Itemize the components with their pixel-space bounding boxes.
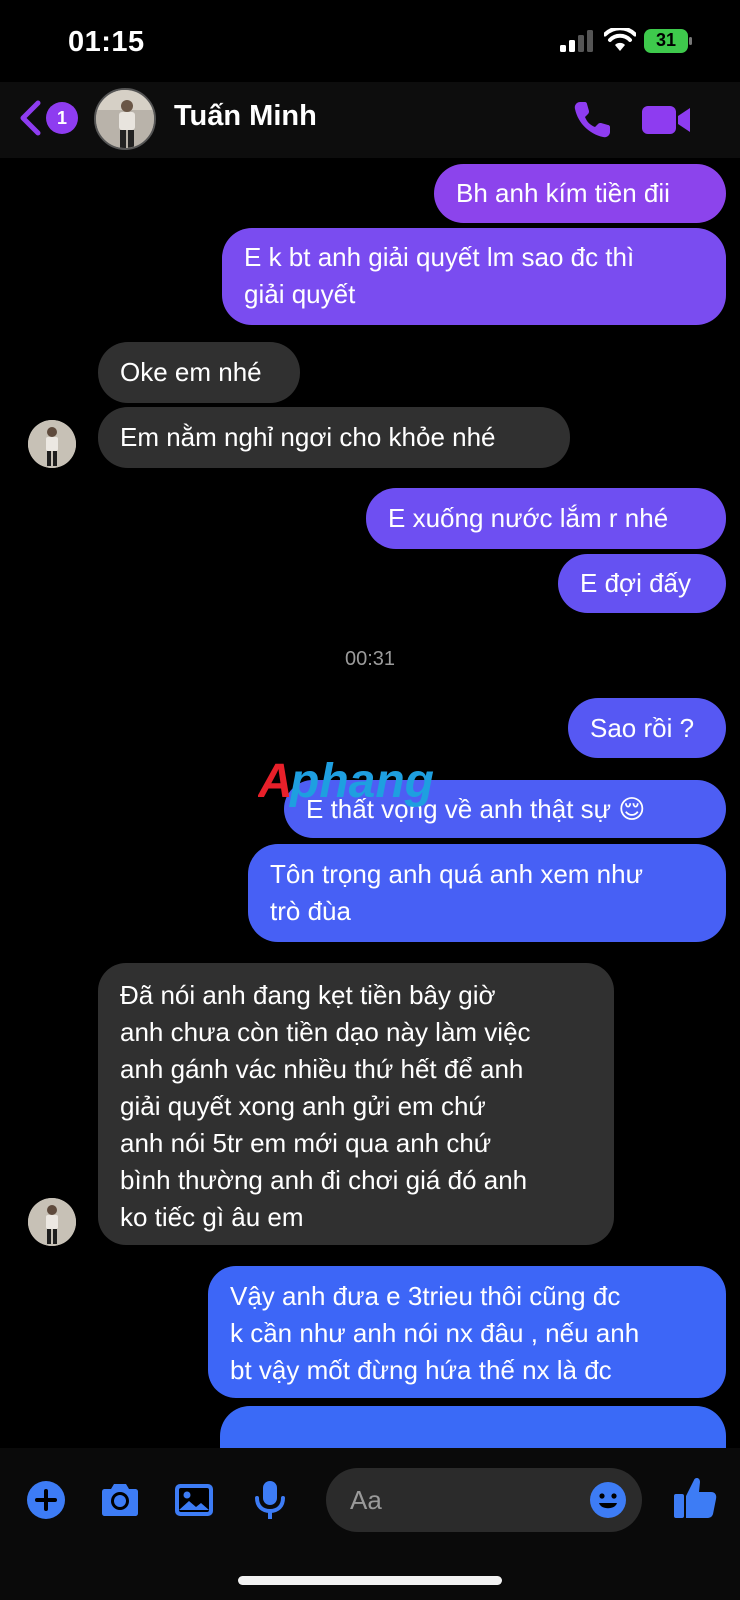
video-camera-icon[interactable]	[640, 98, 692, 142]
emoji-icon[interactable]	[588, 1480, 628, 1520]
message-outgoing[interactable]: E k bt anh giải quyết lm sao đc thì giải…	[222, 228, 726, 325]
status-time: 01:15	[68, 26, 145, 58]
person-photo-icon	[28, 420, 76, 468]
battery-percent: 31	[655, 30, 677, 50]
message-incoming[interactable]: Đã nói anh đang kẹt tiền bây giờ anh chư…	[98, 963, 614, 1245]
home-indicator	[238, 1576, 502, 1585]
phone-icon[interactable]	[570, 98, 614, 142]
unread-badge: 1	[46, 102, 78, 134]
wifi-icon	[604, 28, 636, 51]
message-outgoing[interactable]: Sao rồi ?	[568, 698, 726, 758]
message-incoming[interactable]: Em nằm nghỉ ngơi cho khỏe nhé	[98, 407, 570, 468]
message-input-wrapper[interactable]	[326, 1468, 642, 1532]
contact-avatar[interactable]	[94, 88, 156, 150]
message-outgoing[interactable]: Bh anh kím tiền đii	[434, 164, 726, 223]
message-outgoing[interactable]: Tôn trọng anh quá anh xem như trò đùa	[248, 844, 726, 942]
image-icon[interactable]	[172, 1478, 216, 1522]
message-outgoing[interactable]: E xuống nước lắm r nhé	[366, 488, 726, 549]
status-bar: 01:15 31	[0, 0, 740, 82]
message-outgoing[interactable]: E đợi đấy	[558, 554, 726, 613]
timestamp-divider: 00:31	[344, 648, 396, 670]
battery-icon: 31	[644, 29, 692, 53]
message-outgoing-partial[interactable]	[220, 1406, 726, 1448]
composer-bar	[0, 1448, 740, 1600]
person-photo-icon	[28, 1198, 76, 1246]
chevron-left-icon	[20, 100, 41, 136]
microphone-icon[interactable]	[248, 1478, 292, 1522]
camera-icon[interactable]	[98, 1478, 142, 1522]
chat-header: 1 Tuấn Minh	[0, 82, 740, 158]
message-outgoing[interactable]: E thất vọng về anh thật sự 😌	[284, 780, 726, 838]
back-button[interactable]: 1	[18, 96, 80, 140]
contact-name[interactable]: Tuấn Minh	[174, 100, 317, 133]
message-input[interactable]	[350, 1468, 570, 1532]
signal-icon	[560, 30, 593, 52]
message-incoming[interactable]: Oke em nhé	[98, 342, 300, 403]
message-list[interactable]: Bh anh kím tiền đii E k bt anh giải quyế…	[0, 158, 740, 1448]
sender-avatar[interactable]	[28, 420, 76, 468]
sender-avatar[interactable]	[28, 1198, 76, 1246]
thumbs-up-icon[interactable]	[672, 1474, 718, 1522]
message-outgoing[interactable]: Vậy anh đưa e 3trieu thôi cũng đc k cần …	[208, 1266, 726, 1398]
person-photo-icon	[96, 90, 154, 148]
plus-icon[interactable]	[24, 1478, 68, 1522]
